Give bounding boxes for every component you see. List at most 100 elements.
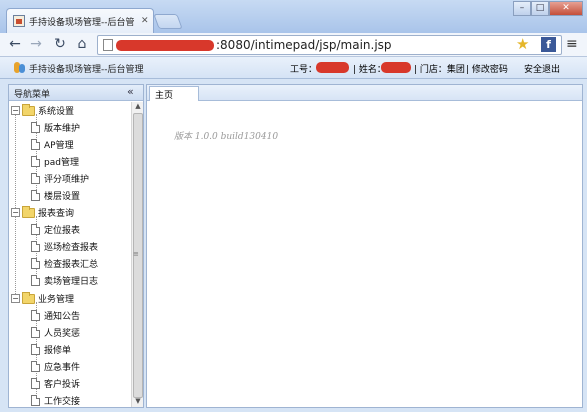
- scroll-down-icon[interactable]: ▼: [132, 397, 144, 407]
- nav-item-ap[interactable]: AP管理: [31, 136, 74, 153]
- nav-item-handover[interactable]: 工作交接: [31, 392, 80, 407]
- logout-link[interactable]: 安全退出: [524, 62, 560, 75]
- document-icon: [31, 275, 40, 286]
- document-icon: [31, 395, 40, 406]
- collapse-node-icon[interactable]: −: [11, 106, 20, 115]
- page-icon: [103, 39, 113, 51]
- nav-item-label: 通知公告: [44, 312, 81, 322]
- new-tab-button[interactable]: [153, 14, 183, 29]
- home-icon[interactable]: ⌂: [73, 36, 91, 54]
- nav-item-notice[interactable]: 通知公告: [31, 307, 80, 324]
- url-text: :8080/intimepad/jsp/main.jsp: [216, 38, 392, 52]
- tab-home[interactable]: 主页: [149, 86, 199, 101]
- nav-title: 导航菜单: [14, 90, 51, 100]
- nav-item-store-log[interactable]: 卖场管理日志: [31, 272, 98, 289]
- app-logo-icon: [14, 62, 25, 73]
- browser-toolbar: ← → ↻ ⌂ :8080/intimepad/jsp/main.jsp: [0, 33, 587, 57]
- nav-panel: 导航菜单 « − 系统设置 版本维护 AP管理 pad管理 评分项维护 楼层设置…: [8, 84, 144, 408]
- document-icon: [31, 327, 40, 338]
- address-bar[interactable]: :8080/intimepad/jsp/main.jsp: [97, 35, 562, 55]
- redacted-employee-id: [316, 62, 349, 73]
- document-icon: [31, 258, 40, 269]
- nav-item-floor[interactable]: 楼层设置: [31, 187, 80, 204]
- app-title: 手持设备现场管理--后台管理: [29, 65, 144, 75]
- nav-item-label: 版本维护: [44, 124, 81, 134]
- main-panel: 主页 版本 1.0.0 build130410: [146, 84, 583, 408]
- nav-item-label: AP管理: [44, 141, 74, 151]
- scroll-grip-icon: ≡: [133, 250, 139, 258]
- document-icon: [31, 241, 40, 252]
- nav-item-location-report[interactable]: 定位报表: [31, 221, 80, 238]
- nav-item-label: 检查报表汇总: [44, 260, 99, 270]
- nav-item-label: 工作交接: [44, 397, 81, 407]
- nav-item-score[interactable]: 评分项维护: [31, 170, 89, 187]
- folder-open-icon: [22, 291, 35, 304]
- nav-item-label: 评分项维护: [44, 175, 90, 185]
- close-window-button[interactable]: ✕: [549, 1, 583, 16]
- nav-scrollbar[interactable]: ▲ ≡ ▼: [131, 102, 143, 407]
- nav-tree: − 系统设置 版本维护 AP管理 pad管理 评分项维护 楼层设置 − 报表查询…: [9, 102, 131, 407]
- browser-tab[interactable]: 手持设备现场管理--后台管 ✕: [6, 8, 154, 33]
- change-password-link[interactable]: | 修改密码: [466, 62, 508, 75]
- nav-item-complaints[interactable]: 客户投诉: [31, 375, 80, 392]
- back-arrow-icon[interactable]: ←: [6, 36, 24, 54]
- collapse-node-icon[interactable]: −: [11, 208, 20, 217]
- nav-item-label: 卖场管理日志: [44, 277, 99, 287]
- reload-icon[interactable]: ↻: [51, 36, 69, 54]
- folder-open-icon: [22, 205, 35, 218]
- scroll-up-icon[interactable]: ▲: [132, 102, 144, 112]
- minimize-button[interactable]: –: [513, 1, 531, 16]
- document-icon: [31, 139, 40, 150]
- nav-group-label: 报表查询: [38, 209, 75, 219]
- content-tabs: 主页: [147, 85, 582, 101]
- nav-item-label: 报修单: [44, 346, 72, 356]
- document-icon: [31, 190, 40, 201]
- page-favicon-icon: [13, 15, 25, 27]
- document-icon: [31, 310, 40, 321]
- nav-item-label: 巡场检查报表: [44, 243, 99, 253]
- document-icon: [31, 361, 40, 372]
- nav-group-system-settings[interactable]: − 系统设置: [11, 102, 74, 119]
- document-icon: [31, 344, 40, 355]
- nav-item-label: 定位报表: [44, 226, 81, 236]
- tab-title: 手持设备现场管理--后台管: [29, 17, 135, 28]
- nav-item-pad[interactable]: pad管理: [31, 153, 79, 170]
- forward-arrow-icon[interactable]: →: [27, 36, 45, 54]
- store-label: | 门店：集团: [414, 65, 465, 75]
- document-icon: [31, 156, 40, 167]
- document-icon: [31, 122, 40, 133]
- collapse-node-icon[interactable]: −: [11, 294, 20, 303]
- maximize-button[interactable]: □: [531, 1, 549, 16]
- bookmark-star-icon[interactable]: ★: [516, 35, 529, 53]
- nav-item-report-summary[interactable]: 检查报表汇总: [31, 255, 98, 272]
- nav-group-business[interactable]: − 业务管理: [11, 290, 74, 307]
- chrome-menu-icon[interactable]: ≡: [566, 36, 578, 52]
- nav-item-label: pad管理: [44, 158, 79, 168]
- redacted-user-name: [381, 62, 411, 73]
- nav-item-label: 人员奖惩: [44, 329, 81, 339]
- nav-group-label: 系统设置: [38, 107, 75, 117]
- folder-open-icon: [22, 103, 35, 116]
- browser-titlebar: 手持设备现场管理--后台管 ✕ – □ ✕: [0, 0, 587, 33]
- version-text: 版本 1.0.0 build130410: [174, 132, 279, 142]
- collapse-icon[interactable]: «: [127, 85, 134, 98]
- nav-item-label: 楼层设置: [44, 192, 81, 202]
- nav-header: 导航菜单 «: [9, 85, 143, 101]
- document-icon: [31, 224, 40, 235]
- nav-item-rewards[interactable]: 人员奖惩: [31, 324, 80, 341]
- nav-item-version[interactable]: 版本维护: [31, 119, 80, 136]
- nav-item-patrol-report[interactable]: 巡场检查报表: [31, 238, 98, 255]
- redacted-host: [116, 40, 214, 51]
- document-icon: [31, 173, 40, 184]
- document-icon: [31, 378, 40, 389]
- nav-item-label: 客户投诉: [44, 380, 81, 390]
- nav-item-emergency[interactable]: 应急事件: [31, 358, 80, 375]
- app-header: 手持设备现场管理--后台管理 工号： | 姓名： | 门店：集团 | 修改密码 …: [0, 57, 587, 79]
- nav-group-reports[interactable]: − 报表查询: [11, 204, 74, 221]
- employee-id-label: 工号：: [290, 65, 318, 75]
- facebook-extension-icon[interactable]: f: [541, 37, 556, 52]
- nav-group-label: 业务管理: [38, 295, 75, 305]
- nav-item-label: 应急事件: [44, 363, 81, 373]
- close-tab-icon[interactable]: ✕: [141, 16, 149, 26]
- nav-item-repair[interactable]: 报修单: [31, 341, 71, 358]
